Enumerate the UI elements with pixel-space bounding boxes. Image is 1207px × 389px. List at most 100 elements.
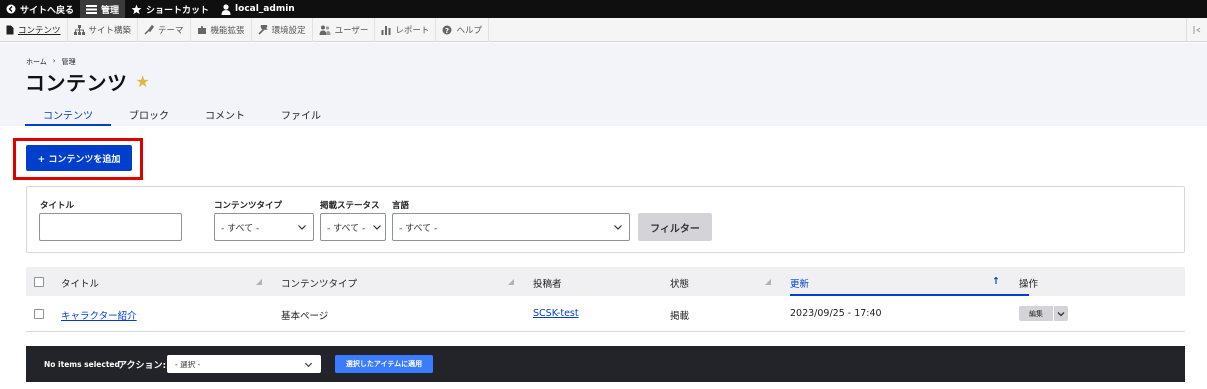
filter-submit-button[interactable]: フィルター (638, 213, 712, 241)
operations-dropdown-toggle[interactable] (1053, 306, 1068, 321)
col-header-updated[interactable]: 更新 (790, 276, 809, 290)
admin-tray: コンテンツ サイト構築 テーマ 機能拡張 環境設定 ユーザー レポート ? ヘル… (0, 17, 1207, 42)
favorite-star-icon[interactable]: ★ (136, 72, 151, 91)
breadcrumb: ホーム › 管理 (26, 57, 76, 67)
chevron-down-icon (1057, 311, 1065, 316)
row-title-link[interactable]: キャラクター紹介 (61, 311, 137, 322)
tray-item-structure[interactable]: サイト構築 (68, 17, 139, 42)
action-select[interactable]: - 選択 - (167, 355, 321, 373)
filter-panel: タイトル コンテンツタイプ - すべて - 掲載ステータス - すべて - 言語… (26, 186, 1185, 253)
row-operations: 編集 (1019, 306, 1068, 321)
tray-item-label: テーマ (158, 25, 184, 36)
tray-item-label: レポート (395, 25, 430, 36)
question-icon: ? (442, 25, 452, 35)
tab-blocks[interactable]: ブロック (111, 101, 187, 126)
page-header: ホーム › 管理 コンテンツ ★ コンテンツ ブロック コメント ファイル (0, 43, 1207, 126)
action-select-value: - 選択 - (175, 359, 201, 369)
breadcrumb-separator: › (52, 57, 56, 65)
type-filter-label: コンテンツタイプ (214, 201, 283, 211)
edit-button[interactable]: 編集 (1019, 306, 1053, 321)
bar-chart-icon (381, 25, 391, 35)
menu-icon (86, 5, 98, 14)
user-link[interactable]: local_admin (215, 0, 301, 18)
tray-item-label: ユーザー (334, 25, 369, 36)
tray-item-appearance[interactable]: テーマ (138, 17, 191, 42)
tab-comments[interactable]: コメント (187, 101, 263, 126)
breadcrumb-manage[interactable]: 管理 (62, 57, 76, 67)
row-checkbox[interactable] (34, 309, 44, 319)
collapse-icon (1193, 25, 1201, 34)
bulk-actions-bar: No items selected アクション: - 選択 - 選択したアイテム… (26, 346, 1185, 382)
tray-item-config[interactable]: 環境設定 (252, 17, 313, 42)
chevron-down-icon (614, 225, 622, 230)
col-header-author[interactable]: 投稿者 (533, 276, 562, 290)
breadcrumb-home[interactable]: ホーム (26, 57, 47, 67)
tray-item-label: サイト構築 (88, 25, 132, 36)
lang-filter-label: 言語 (392, 201, 410, 211)
tray-item-label: 機能拡張 (210, 25, 245, 36)
status-filter-label: 掲載ステータス (320, 201, 380, 211)
row-status-cell: 掲載 (670, 311, 690, 322)
row-author-link[interactable]: SCSK-test (533, 308, 579, 319)
admin-toolbar: サイトへ戻る 管理 ショートカット local_admin (0, 0, 1207, 18)
tray-item-label: コンテンツ (18, 25, 61, 36)
type-filter-select[interactable]: - すべて - (214, 213, 314, 241)
row-author-cell: SCSK-test (533, 308, 579, 319)
col-header-operations: 操作 (1019, 279, 1039, 290)
apply-to-selected-button[interactable]: 選択したアイテムに適用 (335, 355, 433, 373)
user-label: local_admin (235, 4, 295, 14)
wrench-icon (257, 24, 268, 35)
page-title-text: コンテンツ (25, 71, 128, 95)
star-icon (131, 4, 142, 14)
title-filter-input[interactable] (39, 213, 182, 241)
tray-item-label: 環境設定 (271, 25, 306, 36)
svg-text:?: ? (445, 27, 449, 35)
tab-files[interactable]: ファイル (263, 101, 339, 126)
table-row: キャラクター紹介 基本ページ SCSK-test 掲載 2023/09/25 -… (26, 296, 1185, 332)
row-updated-cell: 2023/09/25 - 17:40 (790, 308, 882, 319)
tray-item-help[interactable]: ? ヘルプ (436, 17, 489, 42)
add-content-button[interactable]: + コンテンツを追加 (26, 145, 132, 171)
lang-filter-value: - すべて - (399, 223, 438, 234)
users-icon (319, 25, 331, 35)
row-type-cell: 基本ページ (281, 311, 329, 322)
type-filter-value: - すべて - (221, 223, 260, 234)
chevron-down-icon (298, 225, 306, 230)
manage-link[interactable]: 管理 (80, 0, 126, 18)
lang-filter-select[interactable]: - すべて - (392, 213, 630, 241)
tab-content[interactable]: コンテンツ (25, 101, 111, 126)
col-header-status[interactable]: 状態 (670, 276, 689, 290)
arrow-left-circle-icon (6, 4, 16, 14)
select-all-checkbox[interactable] (34, 277, 44, 287)
tray-item-label: ヘルプ (456, 25, 482, 36)
selection-count: No items selected (44, 360, 120, 369)
chevron-down-icon (304, 362, 313, 368)
col-header-title[interactable]: タイトル (61, 276, 99, 290)
col-header-type[interactable]: コンテンツタイプ (281, 276, 357, 290)
file-icon (6, 25, 14, 34)
primary-tabs: コンテンツ ブロック コメント ファイル (25, 101, 339, 126)
sitemap-icon (73, 24, 85, 35)
page-title: コンテンツ ★ (25, 67, 150, 96)
sort-asc-icon: ↑ (992, 276, 1000, 287)
sort-indicator-icon (508, 279, 514, 285)
table-header: タイトル コンテンツタイプ 投稿者 状態 更新 ↑ 操作 (26, 267, 1185, 296)
chevron-down-icon (373, 225, 381, 230)
tray-item-content[interactable]: コンテンツ (0, 17, 68, 42)
shortcuts-label: ショートカット (146, 5, 210, 16)
user-icon (221, 3, 231, 15)
status-filter-value: - すべて - (327, 223, 366, 234)
shortcuts-link[interactable]: ショートカット (125, 0, 215, 18)
action-label: アクション: (118, 361, 167, 371)
tray-item-reports[interactable]: レポート (375, 17, 437, 42)
sort-indicator-icon (765, 279, 771, 285)
brush-icon (144, 24, 155, 35)
puzzle-icon (197, 25, 206, 34)
tray-item-people[interactable]: ユーザー (313, 17, 376, 42)
tray-item-extend[interactable]: 機能拡張 (191, 17, 252, 42)
status-filter-select[interactable]: - すべて - (320, 213, 386, 241)
sort-indicator-icon (256, 279, 262, 285)
tray-orientation-toggle[interactable] (1186, 17, 1207, 42)
back-to-site-link[interactable]: サイトへ戻る (0, 0, 80, 18)
back-to-site-label: サイトへ戻る (20, 5, 75, 16)
